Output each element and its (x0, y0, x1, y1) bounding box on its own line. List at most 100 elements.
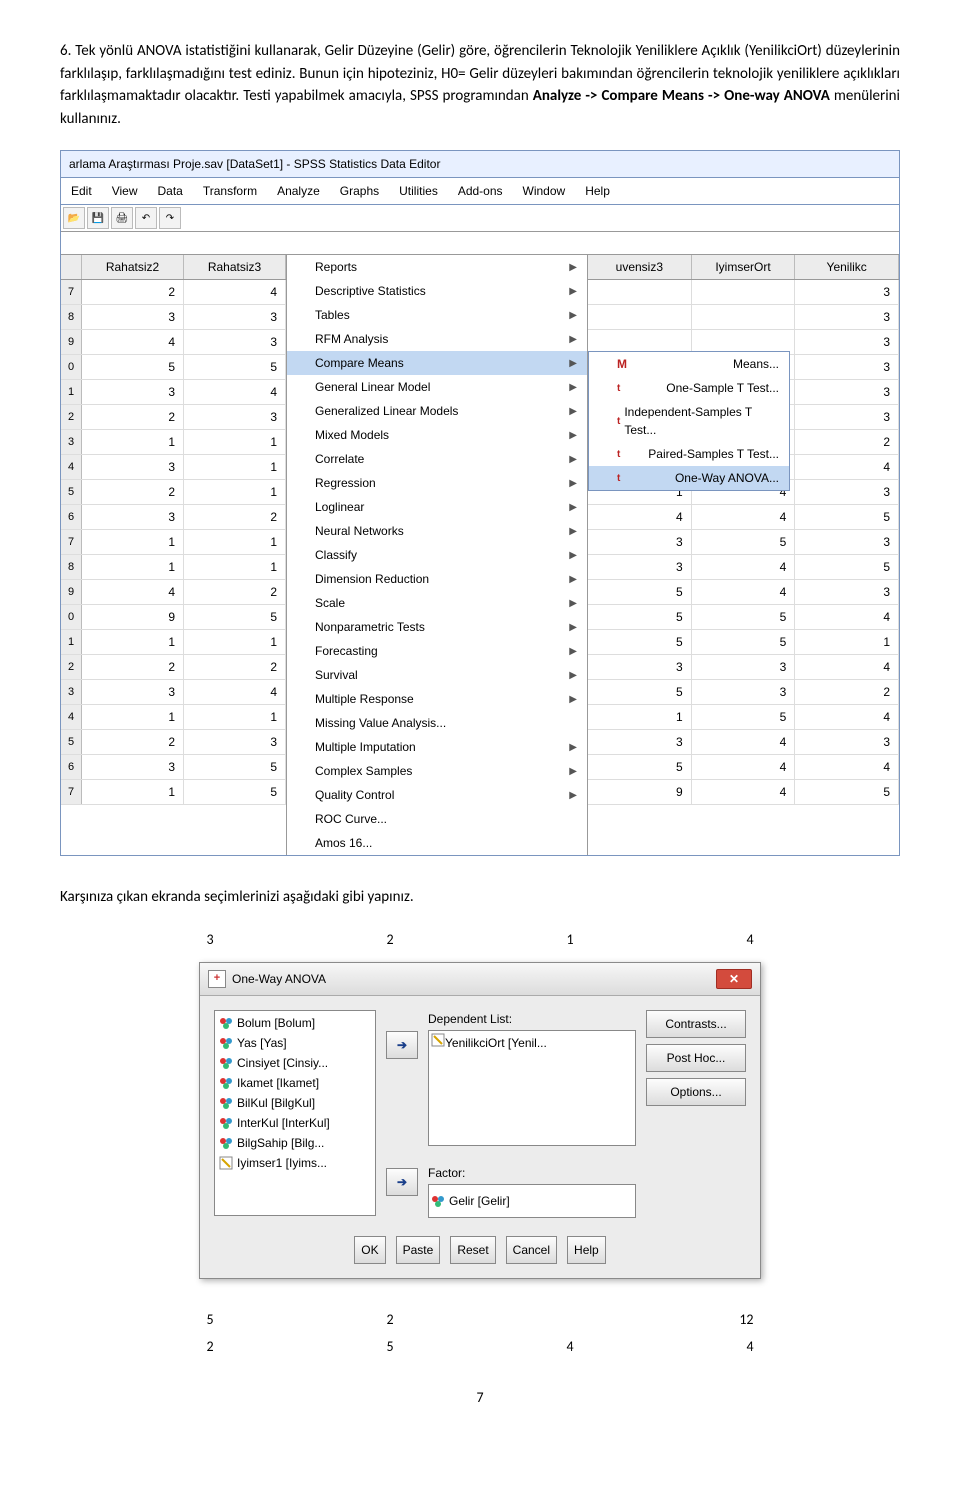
cell[interactable]: 1 (184, 555, 286, 579)
cell[interactable]: 3 (692, 655, 796, 679)
cell[interactable]: 5 (692, 705, 796, 729)
cell[interactable] (692, 305, 796, 329)
compare-submenu-item[interactable]: tOne-Way ANOVA... (589, 466, 789, 490)
cell[interactable]: 4 (184, 280, 286, 304)
cell[interactable]: 5 (692, 605, 796, 629)
menu-analyze[interactable]: Analyze (267, 178, 330, 204)
menu-view[interactable]: View (102, 178, 148, 204)
compare-submenu-item[interactable]: tOne-Sample T Test... (589, 376, 789, 400)
toolbar-undo-icon[interactable]: ↶ (135, 207, 157, 229)
cell[interactable] (588, 305, 692, 329)
analyze-menu-item[interactable]: Missing Value Analysis... (287, 711, 587, 735)
toolbar-save-icon[interactable]: 💾 (87, 207, 109, 229)
analyze-menu-item[interactable]: Quality Control▶ (287, 783, 587, 807)
cell[interactable]: 1 (184, 430, 286, 454)
cell[interactable]: 1 (82, 780, 184, 804)
menu-utilities[interactable]: Utilities (389, 178, 448, 204)
analyze-menu-item[interactable]: Generalized Linear Models▶ (287, 399, 587, 423)
cell[interactable]: 1 (82, 530, 184, 554)
cell[interactable]: 3 (184, 405, 286, 429)
analyze-menu-item[interactable]: Regression▶ (287, 471, 587, 495)
compare-submenu-item[interactable]: MMeans... (589, 352, 789, 376)
analyze-menu-item[interactable]: Tables▶ (287, 303, 587, 327)
cell[interactable]: 3 (795, 280, 899, 304)
cell[interactable]: 3 (588, 730, 692, 754)
cell[interactable]: 4 (795, 455, 899, 479)
col-uvensiz3[interactable]: uvensiz3 (588, 255, 692, 279)
cell[interactable]: 2 (82, 655, 184, 679)
cell[interactable]: 5 (184, 605, 286, 629)
cell[interactable]: 1 (82, 705, 184, 729)
cell[interactable]: 9 (588, 780, 692, 804)
menu-addons[interactable]: Add-ons (448, 178, 513, 204)
move-to-dependent-button[interactable]: ➔ (386, 1031, 418, 1059)
cell[interactable]: 2 (82, 280, 184, 304)
cell[interactable]: 4 (795, 605, 899, 629)
analyze-menu-item[interactable]: Correlate▶ (287, 447, 587, 471)
cell[interactable]: 2 (795, 430, 899, 454)
analyze-menu-item[interactable]: Complex Samples▶ (287, 759, 587, 783)
cell[interactable]: 3 (82, 680, 184, 704)
cell[interactable]: 2 (184, 655, 286, 679)
cell[interactable]: 3 (82, 380, 184, 404)
col-yenilikc[interactable]: Yenilikc (795, 255, 899, 279)
col-iyimserort[interactable]: IyimserOrt (692, 255, 796, 279)
cell[interactable]: 1 (588, 705, 692, 729)
analyze-menu-item[interactable]: Survival▶ (287, 663, 587, 687)
variable-item[interactable]: Bolum [Bolum] (215, 1013, 375, 1033)
cell[interactable]: 5 (184, 755, 286, 779)
cell[interactable]: 4 (795, 755, 899, 779)
menu-transform[interactable]: Transform (193, 178, 267, 204)
cell[interactable]: 5 (588, 580, 692, 604)
cell[interactable]: 4 (82, 330, 184, 354)
cell[interactable]: 5 (588, 630, 692, 654)
variable-item[interactable]: Yas [Yas] (215, 1033, 375, 1053)
analyze-menu-item[interactable]: ROC Curve... (287, 807, 587, 831)
cell[interactable]: 4 (82, 580, 184, 604)
variable-item[interactable]: InterKul [InterKul] (215, 1113, 375, 1133)
cell[interactable] (588, 280, 692, 304)
cell[interactable]: 1 (795, 630, 899, 654)
cell[interactable]: 1 (184, 530, 286, 554)
analyze-menu-item[interactable]: RFM Analysis▶ (287, 327, 587, 351)
analyze-menu-item[interactable]: Loglinear▶ (287, 495, 587, 519)
cell[interactable]: 4 (795, 655, 899, 679)
cell[interactable]: 3 (82, 305, 184, 329)
col-rahatsiz3[interactable]: Rahatsiz3 (184, 255, 286, 279)
cell[interactable]: 1 (184, 480, 286, 504)
cell[interactable]: 3 (795, 355, 899, 379)
cell[interactable]: 2 (184, 580, 286, 604)
cell[interactable]: 1 (184, 455, 286, 479)
cell[interactable]: 1 (184, 630, 286, 654)
analyze-menu-item[interactable]: Descriptive Statistics▶ (287, 279, 587, 303)
variable-listbox[interactable]: Bolum [Bolum]Yas [Yas]Cinsiyet [Cinsiy..… (214, 1010, 376, 1216)
cell[interactable]: 4 (795, 705, 899, 729)
cell[interactable]: 3 (795, 530, 899, 554)
move-to-factor-button[interactable]: ➔ (386, 1168, 418, 1196)
toolbar-print-icon[interactable]: 🖨 (111, 207, 133, 229)
cell[interactable]: 3 (82, 505, 184, 529)
variable-item[interactable]: Cinsiyet [Cinsiy... (215, 1053, 375, 1073)
cell[interactable]: 5 (588, 755, 692, 779)
cancel-button[interactable]: Cancel (506, 1236, 557, 1264)
analyze-menu-item[interactable]: Nonparametric Tests▶ (287, 615, 587, 639)
menu-graphs[interactable]: Graphs (330, 178, 389, 204)
cell[interactable]: 5 (82, 355, 184, 379)
menu-window[interactable]: Window (513, 178, 576, 204)
ok-button[interactable]: OK (354, 1236, 385, 1264)
cell[interactable]: 4 (184, 680, 286, 704)
cell[interactable]: 2 (184, 505, 286, 529)
paste-button[interactable]: Paste (396, 1236, 441, 1264)
cell[interactable]: 2 (82, 480, 184, 504)
compare-submenu-item[interactable]: tPaired-Samples T Test... (589, 442, 789, 466)
variable-item[interactable]: BilgSahip [Bilg... (215, 1133, 375, 1153)
cell[interactable]: 3 (184, 330, 286, 354)
cell[interactable]: 4 (588, 505, 692, 529)
cell[interactable]: 1 (82, 555, 184, 579)
cell[interactable]: 4 (692, 780, 796, 804)
cell[interactable]: 3 (795, 580, 899, 604)
cell[interactable]: 3 (795, 730, 899, 754)
cell[interactable]: 5 (795, 780, 899, 804)
factor-box[interactable]: Gelir [Gelir] (428, 1184, 636, 1218)
close-button[interactable]: ✕ (716, 969, 752, 989)
